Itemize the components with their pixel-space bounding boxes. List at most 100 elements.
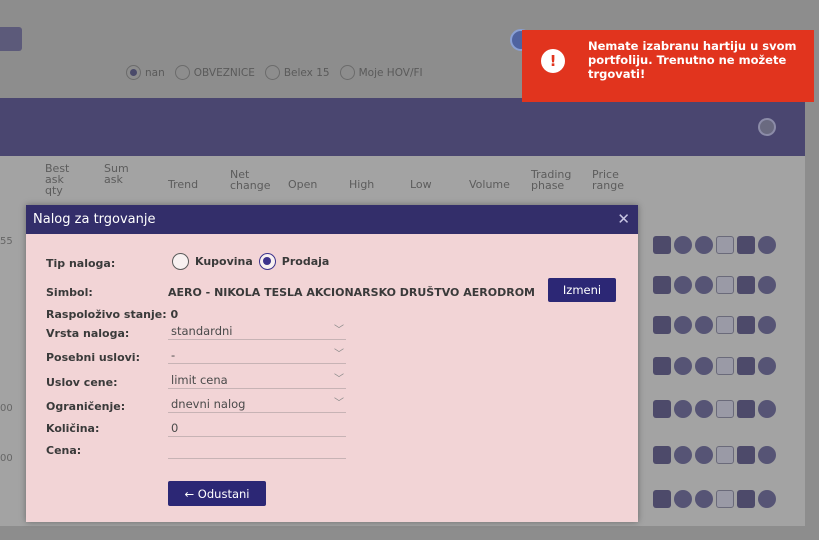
pie-chart-icon <box>758 490 776 508</box>
chart-icon <box>716 316 734 334</box>
pie-chart-icon <box>758 276 776 294</box>
exclamation-icon: ! <box>541 49 565 73</box>
cancel-icon <box>695 276 713 294</box>
column-header: Sum ask <box>104 162 129 186</box>
panel-header-bar <box>0 98 805 156</box>
price-condition-select[interactable]: limit cena ﹀ <box>168 371 346 389</box>
calendar-icon <box>653 400 671 418</box>
chart-icon <box>716 236 734 254</box>
chart-icon <box>716 357 734 375</box>
chart-icon <box>716 276 734 294</box>
change-symbol-button[interactable]: Izmeni <box>548 278 616 302</box>
dialog-title: Nalog za trgovanje <box>33 212 156 227</box>
market-option-label: Moje HOV/FI <box>358 66 423 79</box>
row-actions <box>653 446 776 464</box>
pie-chart-icon <box>758 357 776 375</box>
cancel-icon <box>695 446 713 464</box>
pie-chart-icon <box>758 236 776 254</box>
quantity-input[interactable]: 0 <box>168 419 346 437</box>
column-header: Open <box>288 178 318 191</box>
toast-message: Nemate izabranu hartiju u svom portfolij… <box>588 39 797 81</box>
globe-icon <box>674 357 692 375</box>
restriction-value: dnevni nalog <box>171 397 246 411</box>
pie-chart-icon <box>758 446 776 464</box>
globe-icon <box>674 490 692 508</box>
background-menu-button <box>0 27 22 51</box>
close-icon[interactable]: ✕ <box>617 205 630 234</box>
order-kind-label: Vrsta naloga: <box>46 327 130 340</box>
dialog-header: Nalog za trgovanje ✕ <box>26 205 638 234</box>
column-header: Trading phase <box>531 168 572 192</box>
restriction-label: Ograničenje: <box>46 400 126 413</box>
order-kind-select[interactable]: standardni ﹀ <box>168 322 346 340</box>
radio-label: Prodaja <box>281 255 330 268</box>
pie-chart-icon <box>758 400 776 418</box>
calendar-icon <box>653 357 671 375</box>
globe-icon <box>758 118 776 136</box>
row-actions <box>653 316 776 334</box>
cancel-icon <box>695 316 713 334</box>
row-actions <box>653 276 776 294</box>
column-header: Low <box>410 178 432 191</box>
globe-icon <box>674 276 692 294</box>
order-type-radio-group: Kupovina Prodaja <box>172 253 335 270</box>
column-header: Trend <box>168 178 199 191</box>
globe-icon <box>674 446 692 464</box>
special-conditions-label: Posebni uslovi: <box>46 351 140 364</box>
special-conditions-value: - <box>171 348 176 362</box>
trade-icon <box>737 316 755 334</box>
cancel-icon <box>695 490 713 508</box>
globe-icon <box>674 400 692 418</box>
radio-label: Kupovina <box>195 255 253 268</box>
market-option-label: OBVEZNICE <box>193 66 255 79</box>
price-condition-label: Uslov cene: <box>46 376 118 389</box>
globe-icon <box>674 316 692 334</box>
restriction-select[interactable]: dnevni nalog ﹀ <box>168 395 346 413</box>
price-condition-value: limit cena <box>171 373 228 387</box>
price-input[interactable] <box>168 441 346 459</box>
row-actions <box>653 400 776 418</box>
radio-icon <box>264 65 280 80</box>
chart-icon <box>716 446 734 464</box>
cancel-icon <box>695 357 713 375</box>
column-header: Price range <box>592 168 624 192</box>
calendar-icon <box>653 316 671 334</box>
radio-prodaja[interactable] <box>258 253 276 270</box>
chevron-down-icon: ﹀ <box>334 349 344 360</box>
market-option-label: Belex 15 <box>283 66 330 79</box>
cell-value: 55 <box>0 236 13 247</box>
row-actions <box>653 357 776 375</box>
trade-icon <box>737 490 755 508</box>
calendar-icon <box>653 490 671 508</box>
symbol-label: Simbol: <box>46 286 93 299</box>
trade-icon <box>737 357 755 375</box>
radio-icon <box>126 65 141 80</box>
table-header-row: Best ask qty Sum ask Trend Net change Op… <box>0 163 805 205</box>
error-toast[interactable]: ! Nemate izabranu hartiju u svom portfol… <box>522 30 814 102</box>
cancel-icon <box>695 400 713 418</box>
column-header: Volume <box>469 178 510 191</box>
chevron-down-icon: ﹀ <box>334 325 344 336</box>
trade-icon <box>737 446 755 464</box>
chart-icon <box>716 400 734 418</box>
chevron-down-icon: ﹀ <box>334 398 344 409</box>
calendar-icon <box>653 276 671 294</box>
market-filter-radios: nan OBVEZNICE Belex 15 Moje HOV/FI <box>120 65 423 80</box>
column-header: Net change <box>230 168 271 192</box>
symbol-value: AERO - NIKOLA TESLA AKCIONARSKO DRUŠTVO … <box>168 286 535 299</box>
cancel-button[interactable]: ← Odustani <box>168 481 266 506</box>
row-actions <box>653 490 776 508</box>
order-type-label: Tip naloga: <box>46 257 116 270</box>
special-conditions-select[interactable]: - ﹀ <box>168 346 346 364</box>
market-option-label: nan <box>145 66 165 79</box>
cancel-icon <box>695 236 713 254</box>
chart-icon <box>716 490 734 508</box>
trade-icon <box>737 276 755 294</box>
quantity-label: Količina: <box>46 422 100 435</box>
cell-value: 00 <box>0 453 13 464</box>
trade-icon <box>737 400 755 418</box>
radio-kupovina[interactable] <box>172 253 189 270</box>
chevron-down-icon: ﹀ <box>334 374 344 385</box>
column-header: Best ask qty <box>45 162 70 197</box>
pie-chart-icon <box>758 316 776 334</box>
